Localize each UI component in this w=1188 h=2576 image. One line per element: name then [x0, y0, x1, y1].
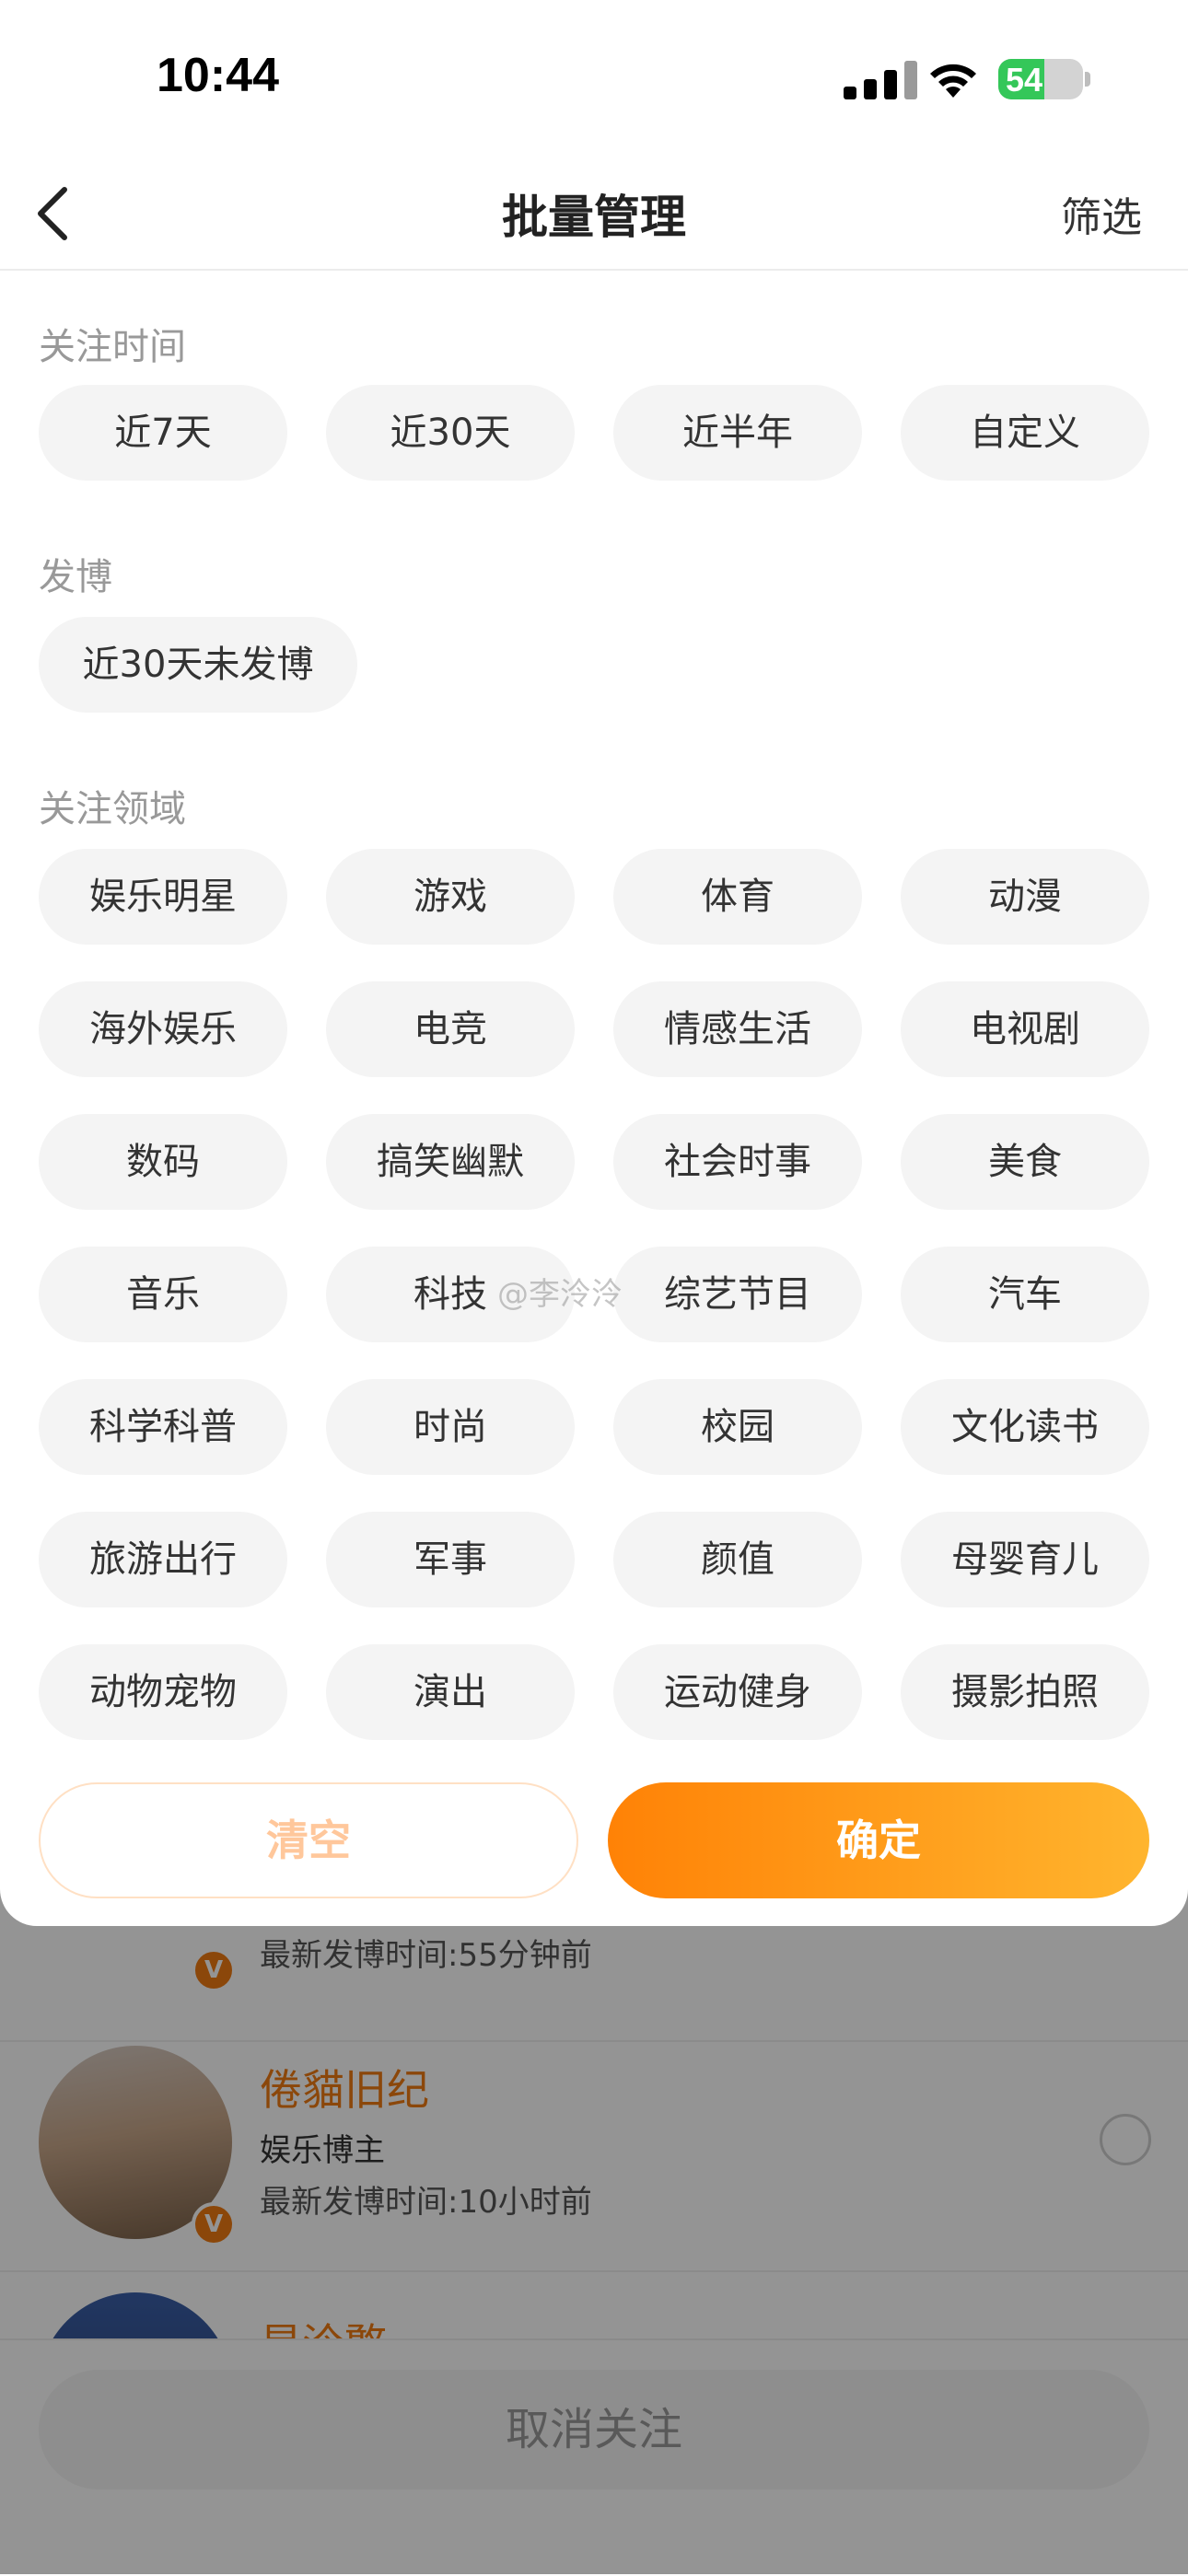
chip-domain[interactable]: 综艺节目 [613, 1247, 862, 1342]
chip-domain[interactable]: 动物宠物 [39, 1644, 287, 1740]
section-title-follow-time: 关注时间 [39, 326, 186, 368]
chip-follow-time[interactable]: 近30天 [326, 385, 575, 481]
chip-domain[interactable]: 动漫 [901, 849, 1149, 945]
chip-domain[interactable]: 体育 [613, 849, 862, 945]
chip-domain[interactable]: 旅游出行 [39, 1512, 287, 1607]
chip-domain[interactable]: 搞笑幽默 [326, 1114, 575, 1210]
divider [0, 269, 1188, 271]
chip-domain[interactable]: 美食 [901, 1114, 1149, 1210]
chip-domain[interactable]: 游戏 [326, 849, 575, 945]
chip-domain[interactable]: 汽车 [901, 1247, 1149, 1342]
chip-domain[interactable]: 海外娱乐 [39, 981, 287, 1077]
section-title-posting: 发博 [39, 556, 112, 598]
status-time: 10:44 [157, 49, 279, 102]
chip-domain[interactable]: 时尚 [326, 1379, 575, 1475]
battery-percentage: 54 [1006, 61, 1043, 99]
wifi-icon [930, 64, 976, 98]
clear-button[interactable]: 清空 [39, 1782, 578, 1898]
filter-sheet: 10:44 54 批量管理 筛选 关注时间 近7天 近30天 近半年 自定义 发… [0, 0, 1188, 1926]
chip-domain[interactable]: 电视剧 [901, 981, 1149, 1077]
chip-domain[interactable]: 母婴育儿 [901, 1512, 1149, 1607]
chip-domain[interactable]: 校园 [613, 1379, 862, 1475]
battery-icon: 54 [998, 59, 1083, 99]
chip-domain[interactable]: 娱乐明星 [39, 849, 287, 945]
chip-domain[interactable]: 电竞 [326, 981, 575, 1077]
chip-domain[interactable]: 科学科普 [39, 1379, 287, 1475]
chip-domain[interactable]: 颜值 [613, 1512, 862, 1607]
confirm-button[interactable]: 确定 [608, 1782, 1149, 1898]
chip-domain[interactable]: 军事 [326, 1512, 575, 1607]
chip-follow-time[interactable]: 近半年 [613, 385, 862, 481]
watermark: @李泠泠 [497, 1276, 623, 1313]
section-title-domains: 关注领域 [39, 788, 186, 830]
page-title: 批量管理 [502, 191, 686, 244]
chip-domain[interactable]: 文化读书 [901, 1379, 1149, 1475]
chip-domain[interactable]: 情感生活 [613, 981, 862, 1077]
chip-domain[interactable]: 社会时事 [613, 1114, 862, 1210]
chip-domain[interactable]: 运动健身 [613, 1644, 862, 1740]
chip-domain[interactable]: 音乐 [39, 1247, 287, 1342]
chip-posting[interactable]: 近30天未发博 [39, 617, 357, 713]
chip-follow-time[interactable]: 近7天 [39, 385, 287, 481]
chip-domain[interactable]: 数码 [39, 1114, 287, 1210]
chip-domain[interactable]: 演出 [326, 1644, 575, 1740]
filter-button[interactable]: 筛选 [1061, 184, 1142, 243]
chip-domain[interactable]: 摄影拍照 [901, 1644, 1149, 1740]
chip-follow-time[interactable]: 自定义 [901, 385, 1149, 481]
cellular-signal-icon [844, 61, 919, 99]
